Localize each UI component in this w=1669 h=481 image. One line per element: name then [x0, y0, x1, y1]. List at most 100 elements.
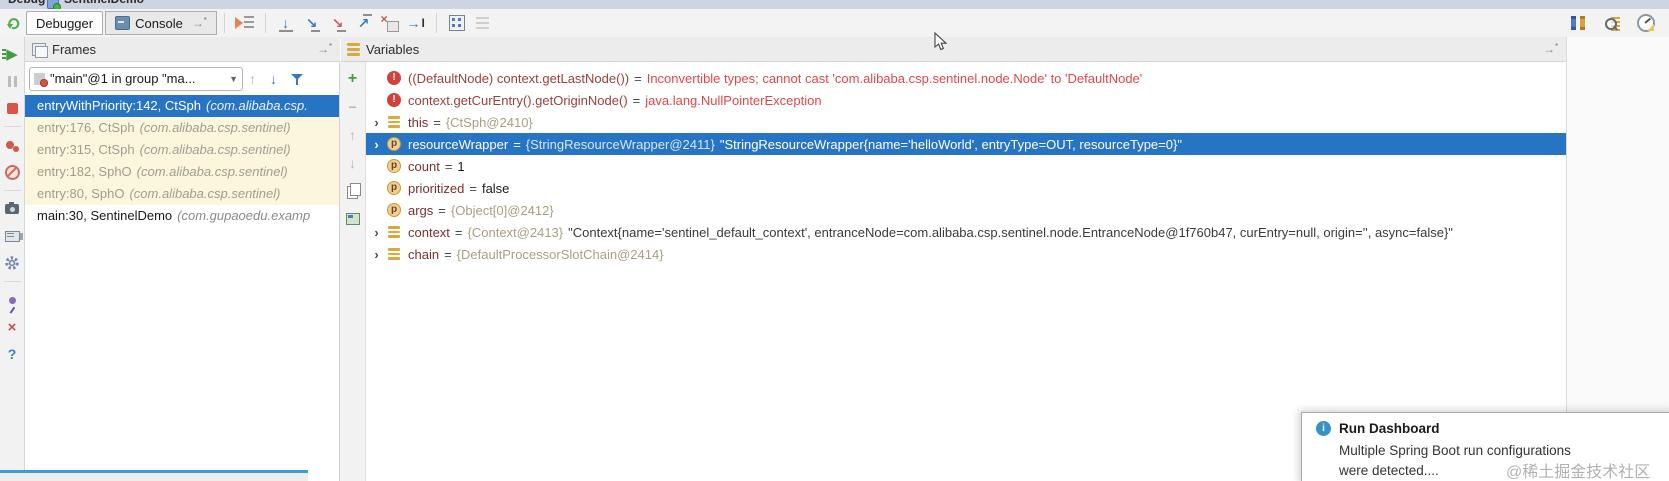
drop-frame-button[interactable]: ×: [377, 11, 403, 35]
stop-button[interactable]: [3, 99, 21, 117]
variable-name: chain: [408, 246, 440, 262]
frame-row[interactable]: entry:80, SphO (com.alibaba.csp.sentinel): [25, 183, 339, 205]
variable-row[interactable]: p count = 1: [366, 155, 1566, 177]
step-over-button[interactable]: ↓: [273, 11, 299, 35]
frame-row[interactable]: entry:315, CtSph (com.alibaba.csp.sentine…: [25, 139, 339, 161]
frame-row[interactable]: main:30, SentinelDemo (com.gupaoedu.examp: [25, 205, 339, 227]
restore-layout-button[interactable]: [3, 227, 23, 245]
frame-row[interactable]: entry:182, SphO (com.alibaba.csp.sentinel…: [25, 161, 339, 183]
run-config-icon: [47, 0, 61, 9]
run-to-cursor-button[interactable]: → I: [403, 11, 429, 35]
evaluate-expression-button[interactable]: [444, 11, 470, 35]
variable-row[interactable]: › chain = {DefaultProcessorSlotChain@241…: [366, 243, 1566, 265]
remove-watch-button: −: [344, 98, 362, 116]
step-over-icon: ↓: [282, 15, 290, 31]
thread-selector[interactable]: "main"@1 in group "ma... ▼: [29, 66, 243, 91]
mouse-cursor: [934, 31, 948, 54]
help-button[interactable]: ?: [3, 345, 21, 363]
watches-toolbar: + − ↑ ↓: [340, 62, 366, 481]
show-watches-icon: [345, 213, 360, 225]
close-button[interactable]: ×: [3, 318, 21, 336]
duplicate-icon: [347, 182, 361, 199]
pin-icon: [7, 295, 17, 314]
tab-debugger-label: Debugger: [36, 15, 94, 31]
frames-header-jump-icon[interactable]: → ▪: [317, 41, 332, 56]
debug-left-toolbar: ▶ × ?: [0, 37, 25, 481]
watch-error-text: java.lang.NullPointerException: [645, 92, 822, 108]
variable-name: count: [408, 158, 440, 174]
variables-panel-title: Variables: [366, 41, 420, 57]
chevron-right-icon[interactable]: ›: [370, 225, 383, 240]
variable-row[interactable]: p args = {Object[0]@2412}: [366, 199, 1566, 221]
add-watch-icon: +: [347, 70, 358, 87]
overhead-gauge-icon: [1637, 14, 1655, 32]
error-icon: !: [387, 71, 401, 85]
console-icon: [115, 16, 131, 30]
chevron-right-icon[interactable]: ›: [370, 247, 383, 262]
thread-dump-button[interactable]: [1599, 11, 1625, 35]
get-thread-dump-button[interactable]: [3, 200, 21, 218]
variable-reference: {StringResourceWrapper@2411}: [525, 136, 715, 152]
thread-group-icon: [34, 72, 48, 87]
view-breakpoints-button[interactable]: [3, 136, 21, 154]
variables-icon: [347, 42, 360, 56]
notification-title: Run Dashboard: [1339, 421, 1440, 436]
step-out-icon: ↗: [357, 15, 370, 31]
frame-row[interactable]: entryWithPriority:142, CtSph (com.alibaba…: [25, 95, 339, 117]
step-into-button[interactable]: ↘: [299, 11, 325, 35]
frames-panel-header: Frames → ▪: [25, 37, 340, 62]
settings-button[interactable]: [3, 254, 21, 272]
layout-settings-icon: [476, 17, 490, 19]
debugger-overhead-button[interactable]: [1633, 11, 1659, 35]
force-step-into-button[interactable]: ↘: [325, 11, 351, 35]
breakpoints-icon: [5, 141, 14, 149]
watch-row[interactable]: ! context.getCurEntry().getOriginNode() …: [366, 89, 1566, 111]
move-up-icon: ↑: [349, 127, 356, 143]
help-icon: ?: [7, 346, 17, 362]
add-watch-button[interactable]: +: [344, 70, 362, 88]
layout-monitor-icon: [4, 230, 23, 242]
variable-reference: {CtSph@2410}: [445, 114, 533, 130]
resume-icon: ▶: [6, 45, 18, 63]
variable-name: args: [408, 202, 434, 218]
variable-row-selected[interactable]: › p resourceWrapper = {StringResourceWra…: [366, 133, 1566, 155]
view-threads-button[interactable]: [1565, 11, 1591, 35]
chevron-right-icon[interactable]: ›: [370, 137, 383, 152]
step-out-button[interactable]: ↗: [351, 11, 377, 35]
show-watches-button[interactable]: [344, 210, 362, 228]
variable-icon: [387, 115, 401, 129]
variables-header-jump-icon[interactable]: → ▪: [1543, 41, 1558, 56]
variable-row[interactable]: › context = {Context@2413} "Context{name…: [366, 221, 1566, 243]
duplicate-watch-button[interactable]: [344, 182, 362, 200]
info-icon: i: [1316, 421, 1331, 436]
tab-console[interactable]: Console → ▪: [105, 11, 217, 35]
variable-row[interactable]: › this = {CtSph@2410}: [366, 111, 1566, 133]
variable-icon: [387, 247, 401, 261]
close-icon: ×: [7, 318, 17, 336]
resume-button[interactable]: ▶: [3, 45, 21, 63]
gear-icon: [5, 256, 19, 270]
mute-breakpoints-button[interactable]: [3, 163, 21, 181]
watch-error-text: Inconvertible types; cannot cast 'com.al…: [646, 70, 1143, 86]
hide-library-frames-button[interactable]: [291, 73, 303, 85]
frames-panel: "main"@1 in group "ma... ▼ ↑ ↓ entryWith…: [25, 62, 340, 481]
pause-button: [3, 72, 21, 90]
step-into-icon: ↘: [305, 15, 318, 31]
chevron-right-icon[interactable]: ›: [370, 115, 383, 130]
move-watch-down-button: ↓: [344, 154, 362, 172]
run-to-cursor-icon: →: [406, 15, 421, 31]
variable-string-value: "Context{name='sentinel_default_context'…: [568, 224, 1453, 240]
frame-row[interactable]: entry:176, CtSph (com.alibaba.csp.sentine…: [25, 117, 339, 139]
pin-tab-button[interactable]: [3, 291, 21, 314]
next-frame-button[interactable]: ↓: [270, 72, 277, 86]
show-execution-point-icon: [234, 17, 243, 29]
move-down-icon: ↓: [349, 155, 356, 171]
variable-row[interactable]: p prioritized = false: [366, 177, 1566, 199]
threads-icon: [1571, 16, 1585, 30]
thread-dump-search-icon: [1604, 16, 1620, 31]
tab-debugger[interactable]: Debugger: [26, 11, 104, 35]
watch-row[interactable]: ! ((DefaultNode) context.getLastNode()) …: [366, 67, 1566, 89]
rerun-button[interactable]: [0, 16, 26, 31]
show-execution-point-button[interactable]: [232, 11, 258, 35]
stop-icon: [6, 102, 18, 114]
